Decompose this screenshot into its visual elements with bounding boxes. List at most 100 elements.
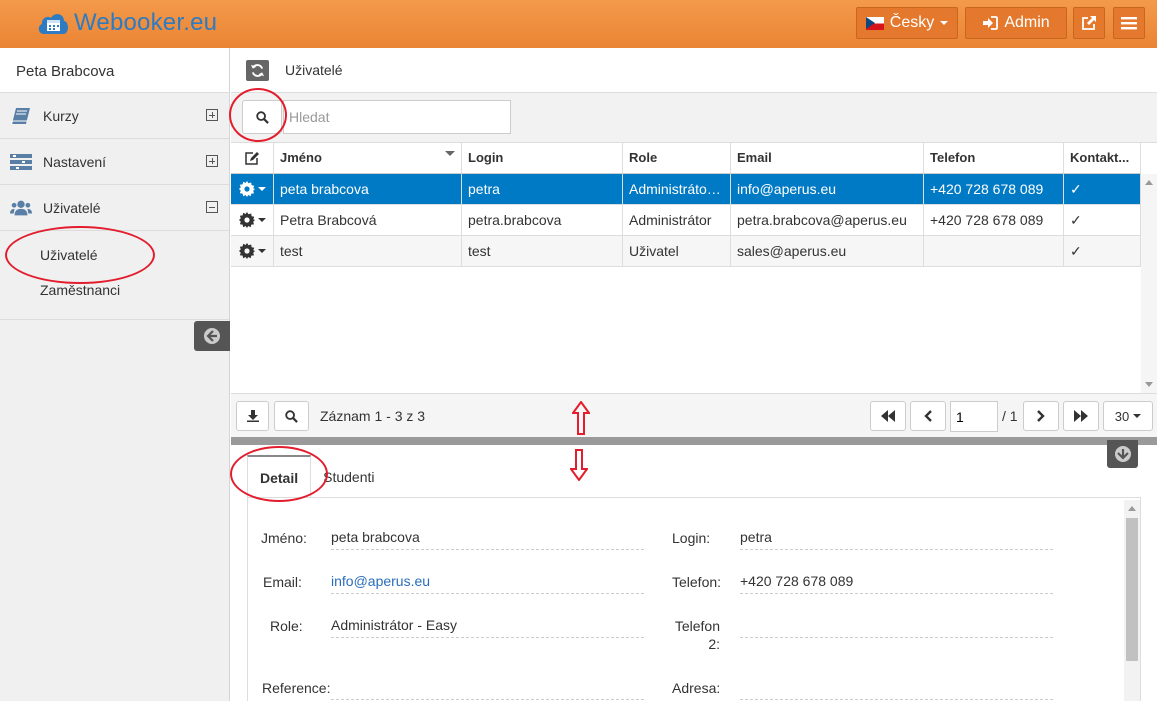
cloud-calendar-icon [38, 14, 68, 34]
search-button[interactable] [242, 100, 282, 134]
field-label-role: Role: [270, 618, 303, 634]
tab-detail[interactable]: Detail [247, 455, 312, 498]
cell-phone [924, 236, 1064, 266]
cell-contact: ✓ [1064, 174, 1141, 204]
detail-tabs: Detail Studenti [247, 455, 387, 498]
page-number-input[interactable] [950, 401, 998, 432]
sidebar-item-uzivatele[interactable]: Uživatelé [0, 185, 229, 231]
previous-page-button[interactable] [910, 401, 946, 431]
column-header-login[interactable]: Login [462, 143, 623, 173]
chevron-left-icon [924, 410, 932, 422]
search-icon [255, 110, 269, 124]
edit-icon [245, 151, 259, 165]
chevron-right-icon [1037, 410, 1045, 422]
field-label-phone2: Telefon 2: [672, 618, 720, 652]
field-label-login: Login: [672, 530, 711, 546]
field-value-address[interactable] [740, 678, 1053, 700]
hamburger-icon [1121, 17, 1137, 30]
language-label: Česky [889, 14, 935, 31]
field-label-name: Jméno: [261, 530, 307, 546]
column-header-name[interactable]: Jméno [274, 143, 462, 173]
table-row[interactable]: peta brabcova petra Administráto… info@a… [231, 174, 1141, 205]
column-header-contact[interactable]: Kontakt... [1064, 143, 1141, 173]
current-user-name: Peta Brabcova [0, 48, 229, 93]
page-total: / 1 [1002, 408, 1018, 424]
expand-icon[interactable] [206, 109, 218, 121]
panel-splitter[interactable] [231, 437, 1157, 445]
caret-down-icon [257, 218, 266, 222]
scroll-down-icon[interactable] [1145, 382, 1153, 387]
app-header: Webooker.eu Česky Admin [0, 0, 1157, 48]
row-actions-menu[interactable] [231, 205, 274, 235]
cell-email: petra.brabcova@aperus.eu [731, 205, 924, 235]
collapse-detail-button[interactable] [1107, 440, 1138, 468]
table-row[interactable]: test test Uživatel sales@aperus.eu ✓ [231, 236, 1141, 267]
table-scrollbar[interactable] [1141, 174, 1157, 393]
caret-down-icon [940, 21, 949, 25]
collapse-icon[interactable] [206, 201, 218, 213]
page-size-dropdown[interactable]: 30 [1103, 401, 1153, 431]
page-title: Uživatelé [285, 62, 343, 78]
export-button[interactable] [236, 401, 269, 431]
sidebar-item-kurzy[interactable]: Kurzy [0, 93, 229, 139]
app-name: Webooker.eu [74, 9, 218, 36]
search-input[interactable] [283, 100, 511, 134]
column-header-role[interactable]: Role [623, 143, 731, 173]
users-icon [10, 199, 32, 217]
sidebar-item-label: Uživatelé [43, 199, 101, 216]
arrow-circle-left-icon [204, 328, 220, 344]
advanced-search-button[interactable] [274, 401, 309, 431]
detail-scrollbar[interactable] [1124, 500, 1140, 701]
scroll-up-icon[interactable] [1128, 506, 1136, 511]
row-actions-menu[interactable] [231, 236, 274, 266]
field-value-phone2[interactable] [740, 616, 1053, 638]
sign-in-icon [983, 16, 999, 30]
external-link-icon [1082, 16, 1096, 30]
sort-desc-icon [445, 151, 455, 156]
fast-forward-icon [1074, 410, 1088, 422]
language-dropdown[interactable]: Česky [856, 7, 958, 39]
column-header-phone[interactable]: Telefon [924, 143, 1064, 173]
first-page-button[interactable] [870, 401, 906, 431]
record-info: Záznam 1 - 3 z 3 [320, 408, 426, 424]
cell-role: Administrátor [623, 205, 731, 235]
sidebar-item-nastaveni[interactable]: Nastavení [0, 139, 229, 185]
field-value-email[interactable]: info@aperus.eu [331, 572, 644, 594]
table-row[interactable]: Petra Brabcová petra.brabcova Administrá… [231, 205, 1141, 236]
edit-column-header[interactable] [231, 143, 274, 173]
scrollbar-thumb[interactable] [1126, 518, 1138, 661]
column-header-email[interactable]: Email [731, 143, 924, 173]
cell-contact: ✓ [1064, 236, 1141, 266]
field-value-login[interactable]: petra [740, 528, 1053, 550]
field-value-name[interactable]: peta brabcova [331, 528, 644, 550]
pager: Záznam 1 - 3 z 3 / 1 30 [231, 393, 1157, 437]
submenu-item-zamestnanci[interactable]: Zaměstnanci [0, 272, 229, 307]
cell-login: test [462, 236, 623, 266]
search-icon [285, 409, 298, 423]
admin-button[interactable]: Admin [965, 7, 1067, 39]
field-value-phone[interactable]: +420 728 678 089 [740, 572, 1053, 594]
collapse-sidebar-button[interactable] [194, 321, 230, 351]
tab-studenti[interactable]: Studenti [311, 455, 386, 498]
gear-icon [238, 243, 255, 259]
cell-contact: ✓ [1064, 205, 1141, 235]
arrow-circle-down-icon [1114, 446, 1131, 462]
next-page-button[interactable] [1023, 401, 1059, 431]
expand-icon[interactable] [206, 155, 218, 167]
open-external-button[interactable] [1073, 7, 1105, 39]
logo[interactable]: Webooker.eu [36, 8, 217, 38]
main-menu-button[interactable] [1113, 7, 1145, 39]
last-page-button[interactable] [1063, 401, 1099, 431]
caret-down-icon [1133, 414, 1142, 418]
row-actions-menu[interactable] [231, 174, 274, 204]
scroll-up-icon[interactable] [1145, 180, 1153, 185]
field-value-reference[interactable] [331, 678, 644, 700]
field-label-phone2-line2: 2: [708, 636, 720, 652]
cell-email: info@aperus.eu [731, 174, 924, 204]
submenu-item-uzivatele[interactable]: Uživatelé [0, 237, 229, 272]
field-value-role[interactable]: Administrátor - Easy [331, 616, 644, 638]
refresh-button[interactable] [246, 59, 269, 81]
page-size-value: 30 [1114, 408, 1130, 424]
cell-phone: +420 728 678 089 [924, 174, 1064, 204]
sidebar-submenu: Uživatelé Zaměstnanci [0, 231, 229, 320]
